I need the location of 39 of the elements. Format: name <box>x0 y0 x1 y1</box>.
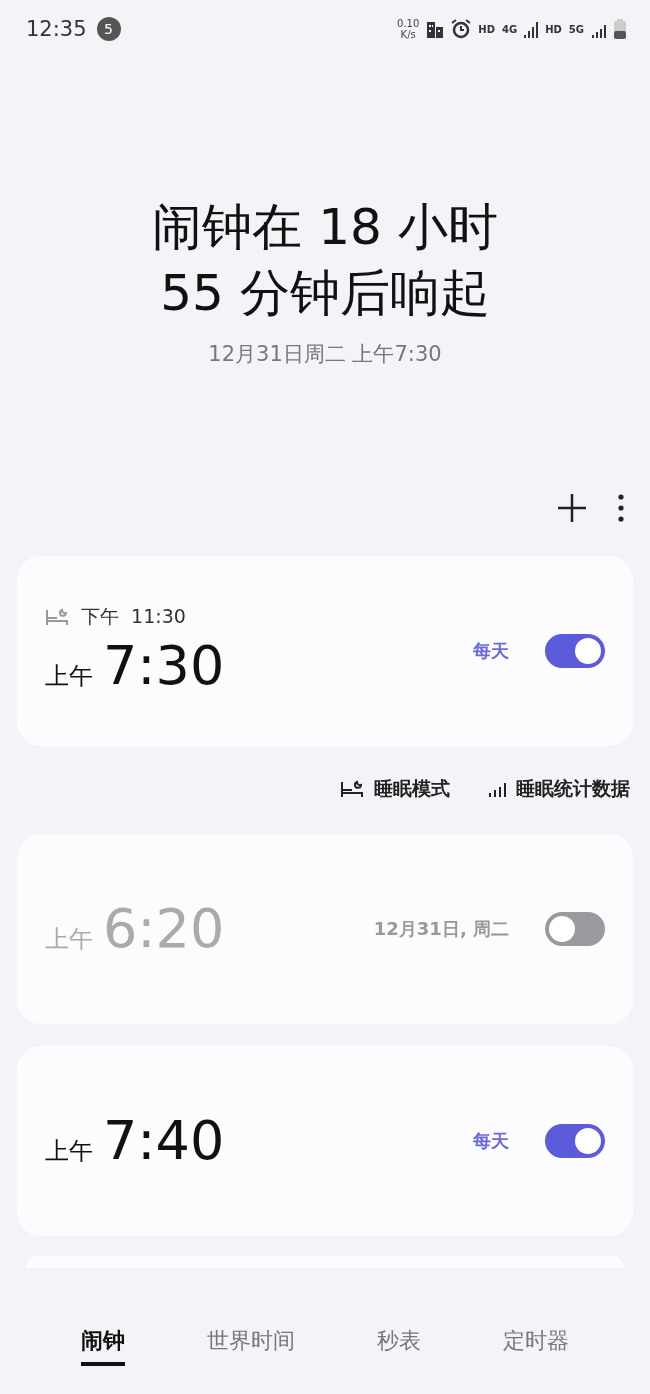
alarm-card[interactable]: 下午 11:30 上午 7:30 每天 <box>17 556 633 746</box>
alarm-period: 上午 <box>45 661 93 692</box>
alarm-repeat: 12月31日, 周二 <box>373 917 509 941</box>
notification-count-badge: 5 <box>96 17 121 41</box>
alarm-time: 7:40 <box>103 1109 225 1173</box>
hd-indicator: HD <box>478 23 495 35</box>
alarm-period: 上午 <box>45 1136 93 1167</box>
bed-icon <box>340 780 364 798</box>
signal-icon <box>524 20 539 38</box>
nav-tab[interactable]: 秒表 <box>377 1326 421 1366</box>
battery-icon <box>614 19 626 39</box>
bed-icon <box>45 608 69 626</box>
bedtime-label: 下午 11:30 <box>81 604 186 629</box>
sleep-link[interactable]: 睡眠模式 <box>340 776 450 802</box>
alarm-toggle[interactable] <box>545 634 605 668</box>
sleep-link[interactable]: 睡眠统计数据 <box>488 776 630 802</box>
bar-chart-icon <box>488 781 506 797</box>
alarm-toggle[interactable] <box>545 1124 605 1158</box>
more-icon[interactable] <box>618 494 624 522</box>
buildings-icon <box>426 20 445 38</box>
hd-indicator: HD <box>545 23 562 35</box>
alarm-countdown: 闹钟在 18 小时 55 分钟后响起 <box>151 197 499 324</box>
alarm-time: 6:20 <box>103 897 225 961</box>
nav-tab[interactable]: 定时器 <box>503 1326 569 1366</box>
add-icon[interactable] <box>556 492 588 524</box>
network-type: 5G <box>568 23 584 35</box>
alarm-card[interactable]: 上午 7:40 每天 <box>17 1046 633 1236</box>
nav-tab[interactable]: 闹钟 <box>81 1326 125 1366</box>
status-time: 12:35 <box>26 17 87 41</box>
next-alarm-date: 12月31日周二 上午7:30 <box>208 341 442 368</box>
alarm-toggle[interactable] <box>545 912 605 946</box>
alarm-icon <box>451 19 472 39</box>
alarm-period: 上午 <box>45 924 93 955</box>
nav-tab[interactable]: 世界时间 <box>207 1326 295 1366</box>
alarm-repeat: 每天 <box>473 639 509 663</box>
network-type: 4G <box>502 23 518 35</box>
alarm-time: 7:30 <box>103 634 225 698</box>
alarm-repeat: 每天 <box>473 1129 509 1153</box>
network-speed: 0.10 K/s <box>397 18 420 40</box>
